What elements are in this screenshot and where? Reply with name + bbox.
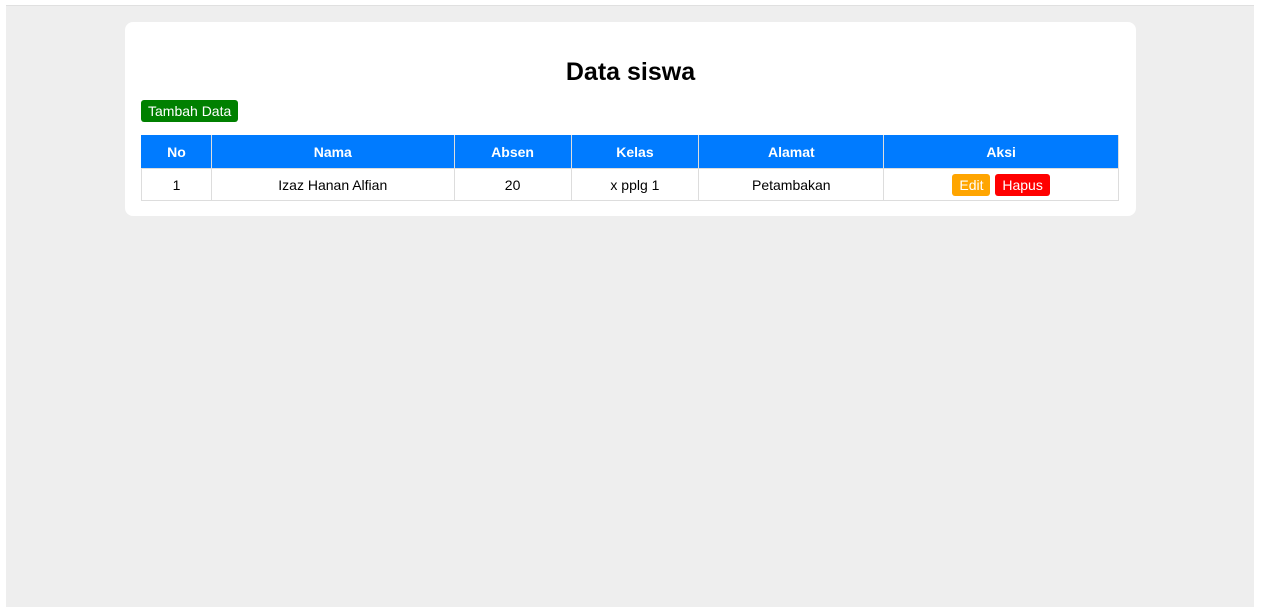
- cell-kelas: x pplg 1: [570, 168, 700, 201]
- page-background: Data siswa Tambah Data No Nama Absen Kel…: [6, 5, 1254, 607]
- table-row: 1 Izaz Hanan Alfian 20 x pplg 1 Petambak…: [141, 168, 1119, 201]
- column-header-nama: Nama: [210, 135, 455, 169]
- edit-button[interactable]: Edit: [952, 173, 991, 196]
- cell-nama: Izaz Hanan Alfian: [210, 168, 455, 201]
- page-title: Data siswa: [565, 58, 696, 86]
- add-data-button[interactable]: Tambah Data: [141, 100, 239, 122]
- column-header-kelas: Kelas: [570, 135, 700, 169]
- cell-alamat: Petambakan: [698, 168, 885, 201]
- table-header-row: No Nama Absen Kelas Alamat Aksi: [141, 135, 1119, 169]
- delete-button[interactable]: Hapus: [995, 173, 1050, 196]
- student-table: No Nama Absen Kelas Alamat Aksi 1 Izaz H…: [141, 135, 1119, 201]
- cell-absen: 20: [453, 168, 572, 201]
- cell-no: 1: [141, 168, 212, 201]
- column-header-aksi: Aksi: [883, 135, 1119, 169]
- column-header-no: No: [141, 135, 212, 169]
- content-card: Data siswa Tambah Data No Nama Absen Kel…: [125, 22, 1136, 216]
- cell-aksi: Edit Hapus: [883, 168, 1119, 201]
- column-header-alamat: Alamat: [698, 135, 885, 169]
- column-header-absen: Absen: [453, 135, 572, 169]
